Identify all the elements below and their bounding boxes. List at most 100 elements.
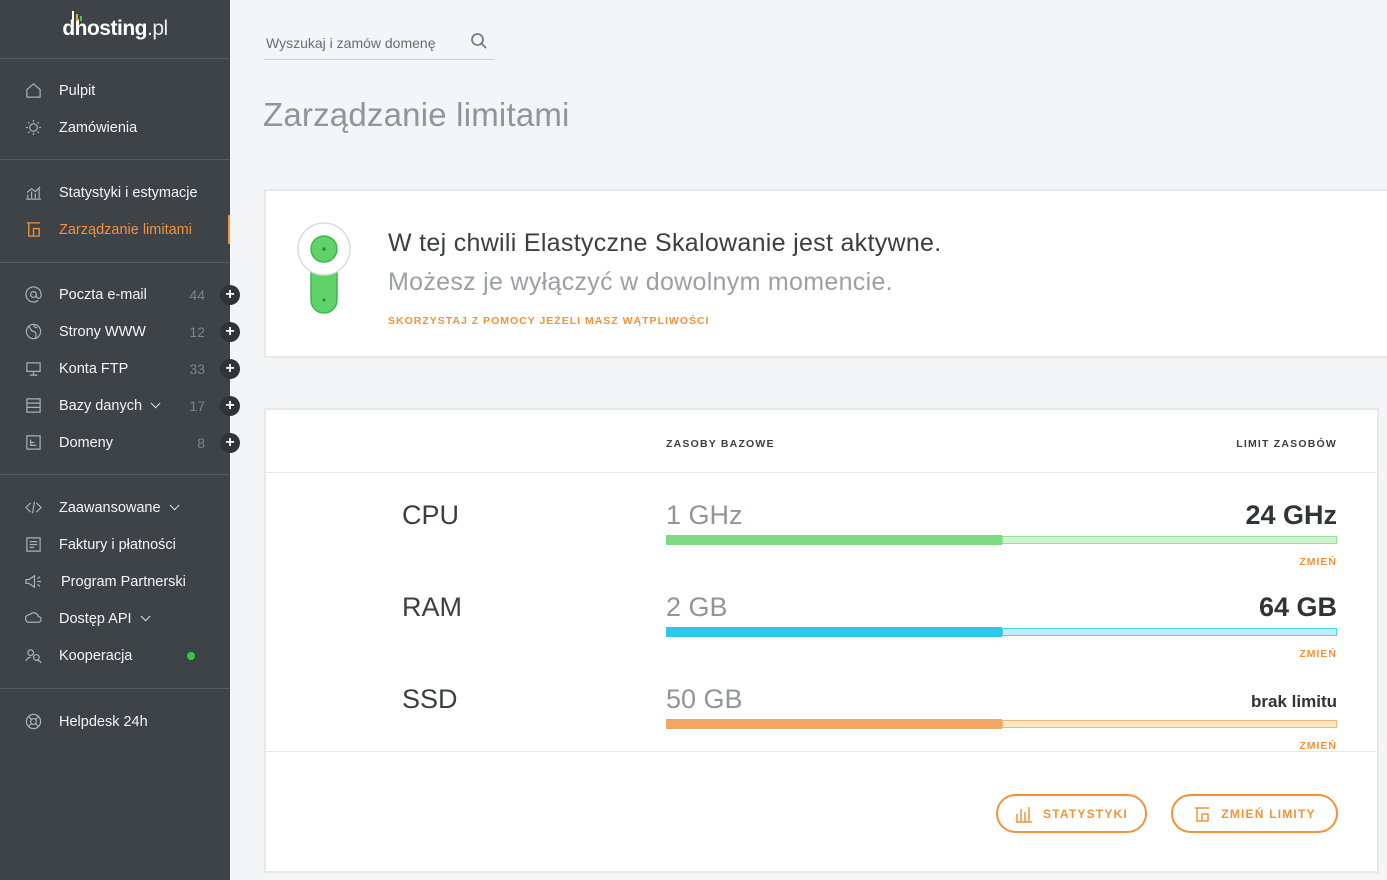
online-status-dot: [187, 651, 195, 660]
bulb-icon: [24, 119, 42, 137]
statistics-button-label: STATYSTYKI: [1043, 806, 1128, 821]
resources-card: ZASOBY BAZOWE LIMIT ZASOBÓW CPU 1 GHz 24…: [264, 408, 1379, 873]
resource-name: RAM: [402, 592, 462, 622]
sidebar-item-label: Bazy danych: [59, 397, 143, 414]
elastic-scaling-panel: W tej chwili Elastyczne Skalowanie jest …: [264, 189, 1387, 358]
sidebar-item-konta-ftp[interactable]: Konta FTP 33 +: [0, 350, 240, 387]
resource-base-value: 1 GHz: [666, 500, 743, 530]
info-subheading: Możesz je wyłączyć w dowolnym momencie.: [388, 268, 893, 296]
sidebar-item-label: Helpdesk 24h: [59, 713, 148, 730]
bar-chart-icon: [1016, 806, 1033, 823]
sidebar-item-domeny[interactable]: Domeny 8 +: [0, 424, 240, 461]
logo[interactable]: dhosting .pl: [0, 0, 230, 59]
change-ram-link[interactable]: ZMIEŃ: [1299, 648, 1337, 660]
bar-remaining: [1001, 720, 1337, 728]
invoice-icon: [24, 536, 42, 554]
count-badge: 8: [197, 434, 205, 451]
domain-search-input[interactable]: [264, 34, 454, 51]
sidebar-item-label: Konta FTP: [59, 360, 129, 377]
sidebar-item-label: Zaawansowane: [59, 499, 161, 516]
sidebar-item-faktury[interactable]: Faktury i płatności: [0, 526, 230, 563]
api-icon: [24, 610, 42, 628]
sidebar-item-program-partnerski[interactable]: Program Partnerski: [0, 563, 230, 600]
sidebar-item-statystyki[interactable]: Statystyki i estymacje: [0, 174, 230, 211]
resources-header: ZASOBY BAZOWE LIMIT ZASOBÓW: [266, 410, 1377, 473]
chevron-down-icon[interactable]: [150, 398, 161, 409]
sidebar-item-dostep-api[interactable]: Dostęp API: [0, 600, 230, 637]
code-icon: [24, 499, 42, 517]
resource-limit-value: 64 GB: [1258, 592, 1337, 622]
nav-group-advanced: Zaawansowane Faktury i płatności Program…: [0, 475, 230, 689]
nav-group-main: Pulpit Zamówienia: [0, 59, 230, 160]
sidebar-item-label: Statystyki i estymacje: [59, 184, 198, 201]
sidebar-item-zamowienia[interactable]: Zamówienia: [0, 109, 230, 146]
sidebar-item-label: Dostęp API: [59, 610, 132, 627]
sidebar-item-pulpit[interactable]: Pulpit: [0, 72, 230, 109]
sidebar-item-label: Zarządzanie limitami: [59, 221, 192, 238]
limits-icon: [24, 221, 42, 239]
add-www-button[interactable]: +: [220, 321, 240, 342]
resource-limit-value: 24 GHz: [1245, 500, 1337, 530]
change-limits-button-label: ZMIEŃ LIMITY: [1221, 806, 1316, 821]
bar-fill: [666, 627, 1002, 637]
sidebar-item-label: Strony WWW: [59, 323, 146, 340]
resource-base-value: 2 GB: [666, 592, 728, 622]
resources-footer: STATYSTYKI ZMIEŃ LIMITY: [266, 751, 1377, 871]
resource-limit-value: brak limitu: [1251, 692, 1337, 711]
nav-group-stats: Statystyki i estymacje Zarządzanie limit…: [0, 160, 230, 263]
bar-remaining: [1001, 628, 1337, 636]
column-header-base: ZASOBY BAZOWE: [666, 438, 775, 450]
sidebar-item-label: Kooperacja: [59, 647, 133, 664]
sidebar-item-label: Poczta e-mail: [59, 286, 147, 303]
chevron-down-icon[interactable]: [140, 611, 151, 622]
nav-group-help: Helpdesk 24h: [0, 689, 230, 754]
sidebar-item-zarzadzanie-limitami[interactable]: Zarządzanie limitami: [0, 211, 230, 248]
resource-row-ssd: SSD 50 GB brak limitu ZMIEŃ: [266, 670, 1377, 762]
help-link[interactable]: SKORZYSTAJ Z POMOCY JEŻELI MASZ WĄTPLIWO…: [388, 315, 709, 327]
count-badge: 12: [189, 323, 205, 340]
megaphone-icon: [24, 573, 42, 591]
elastic-scaling-toggle[interactable]: [296, 221, 352, 317]
globe-icon: [24, 323, 42, 341]
bar-remaining: [1001, 536, 1337, 544]
sidebar-item-zaawansowane[interactable]: Zaawansowane: [0, 489, 230, 526]
logo-bars-icon: [72, 11, 82, 21]
page-title: Zarządzanie limitami: [263, 96, 570, 133]
resource-name: SSD: [402, 684, 458, 714]
add-database-button[interactable]: +: [220, 395, 240, 416]
add-ftp-button[interactable]: +: [220, 358, 240, 379]
resource-name: CPU: [402, 500, 460, 530]
count-badge: 17: [189, 397, 205, 414]
resource-row-cpu: CPU 1 GHz 24 GHz ZMIEŃ: [266, 486, 1377, 578]
cooperation-icon: [24, 647, 42, 665]
column-header-limit: LIMIT ZASOBÓW: [1236, 438, 1337, 450]
logo-tld: .pl: [146, 17, 168, 40]
info-heading: W tej chwili Elastyczne Skalowanie jest …: [388, 229, 942, 257]
statistics-button[interactable]: STATYSTYKI: [996, 794, 1147, 833]
sidebar-item-strony-www[interactable]: Strony WWW 12 +: [0, 313, 240, 350]
domain-icon: [24, 434, 42, 452]
change-cpu-link[interactable]: ZMIEŃ: [1299, 556, 1337, 568]
sidebar-item-bazy-danych[interactable]: Bazy danych 17 +: [0, 387, 240, 424]
bar-fill: [666, 535, 1002, 545]
home-icon: [24, 82, 42, 100]
chevron-down-icon[interactable]: [169, 500, 180, 511]
search-icon[interactable]: [470, 32, 488, 50]
add-mail-button[interactable]: +: [220, 284, 240, 305]
sidebar-item-label: Program Partnerski: [61, 573, 186, 590]
resource-usage-bar: [666, 627, 1337, 637]
bar-fill: [666, 719, 1002, 729]
sidebar-item-label: Zamówienia: [59, 119, 138, 136]
sidebar-item-poczta[interactable]: Poczta e-mail 44 +: [0, 276, 240, 313]
change-limits-button[interactable]: ZMIEŃ LIMITY: [1171, 794, 1338, 833]
database-icon: [24, 397, 42, 415]
sidebar-item-kooperacja[interactable]: Kooperacja: [0, 637, 230, 674]
resource-base-value: 50 GB: [666, 684, 743, 714]
count-badge: 33: [189, 360, 205, 377]
resource-usage-bar: [666, 719, 1337, 729]
resource-row-ram: RAM 2 GB 64 GB ZMIEŃ: [266, 578, 1377, 670]
add-domain-button[interactable]: +: [220, 432, 240, 453]
sidebar-item-label: Pulpit: [59, 82, 96, 99]
resource-usage-bar: [666, 535, 1337, 545]
sidebar-item-helpdesk[interactable]: Helpdesk 24h: [0, 703, 230, 740]
